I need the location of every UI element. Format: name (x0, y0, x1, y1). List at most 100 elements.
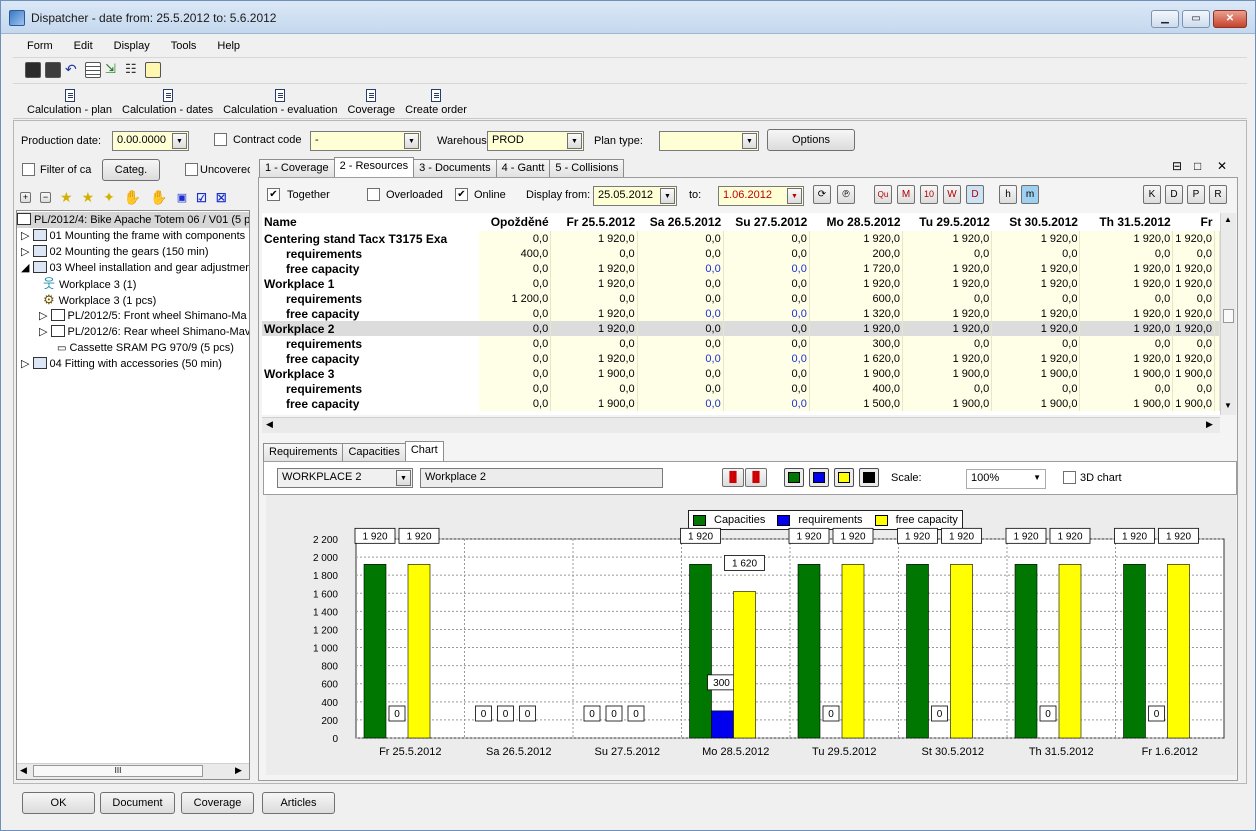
table-cell[interactable]: 1 920,0 (1079, 261, 1174, 276)
table-cell[interactable]: 0,0 (902, 381, 993, 396)
table-cell[interactable]: 0,0 (723, 336, 810, 351)
filter-z-icon[interactable]: ☒ (216, 191, 227, 205)
filter-checkbox[interactable] (22, 163, 35, 176)
table-cell[interactable]: 0,0 (478, 276, 552, 291)
table-cell[interactable]: 1 900,0 (902, 396, 993, 411)
table-cell[interactable]: 0,0 (1172, 381, 1215, 396)
grid-horizontal-scrollbar[interactable]: ◀ ▶ (262, 417, 1220, 433)
table-cell[interactable] (1214, 336, 1220, 351)
save-icon[interactable] (25, 61, 41, 78)
table-cell[interactable]: 1 920,0 (991, 276, 1081, 291)
tree-icon[interactable]: ☷ (125, 61, 141, 78)
create-order-button[interactable]: Create order (405, 89, 467, 118)
table-row[interactable]: Workplace 1 0,0 1 920,0 0,0 0,0 1 920,0 1 920,… (262, 276, 1220, 291)
grid-column-header[interactable]: Mo 28.5.2012 (809, 213, 903, 231)
table-cell[interactable]: 1 920,0 (902, 276, 993, 291)
table-cell[interactable]: 0,0 (723, 231, 810, 246)
table-cell[interactable]: 1 920,0 (1172, 321, 1215, 336)
grid-vertical-scrollbar[interactable]: ▲ ▼ (1220, 213, 1236, 415)
chevron-down-icon[interactable]: ▼ (396, 470, 411, 486)
tab-chart[interactable]: Chart (404, 441, 444, 461)
table-icon[interactable] (85, 61, 101, 78)
overloaded-checkbox[interactable] (367, 188, 380, 201)
coverage-button[interactable]: Coverage (181, 792, 254, 814)
tree-item[interactable]: ▭ Cassette SRAM PG 970/9 (5 pcs) (57, 340, 234, 356)
table-cell[interactable]: 0,0 (723, 261, 810, 276)
table-row[interactable]: requirements 0,0 0,0 0,0 0,0 300,0 0,0 0,0 0,0 0,… (262, 336, 1220, 351)
tab-gantt[interactable]: 4 - Gantt (495, 159, 551, 177)
d-button[interactable]: D (1165, 185, 1183, 204)
quarter-button[interactable]: Qu (874, 185, 892, 204)
scroll-thumb[interactable]: III (33, 765, 203, 777)
table-row[interactable]: requirements 0,0 0,0 0,0 0,0 400,0 0,0 0,0 0,0 0,… (262, 381, 1220, 396)
plan-type-combo[interactable]: ▼ (659, 131, 759, 151)
table-row[interactable]: Centering stand Tacx T3175 Exa 0,0 1 920,0… (262, 231, 1220, 246)
table-cell[interactable]: 0,0 (723, 321, 810, 336)
table-cell[interactable]: 0,0 (637, 336, 724, 351)
table-cell[interactable] (1214, 276, 1220, 291)
table-cell[interactable]: 1 920,0 (1079, 351, 1174, 366)
table-cell[interactable]: 0,0 (723, 381, 810, 396)
table-cell[interactable]: 0,0 (1172, 246, 1215, 261)
tab-requirements[interactable]: Requirements (263, 443, 344, 461)
table-cell[interactable]: 0,0 (637, 366, 724, 381)
grid-column-header[interactable]: Fr 25.5.2012 (550, 213, 638, 231)
table-cell[interactable] (1214, 306, 1220, 321)
chevron-down-icon[interactable]: ▼ (1033, 473, 1041, 482)
table-cell[interactable]: 0,0 (723, 351, 810, 366)
table-cell[interactable]: 1 920,0 (902, 231, 993, 246)
filter-v-icon[interactable]: ☑ (196, 191, 207, 205)
chevron-down-icon[interactable]: ▼ (660, 188, 675, 204)
arrow-right-icon[interactable]: ▶ (1206, 419, 1213, 430)
save-close-icon[interactable] (45, 61, 61, 78)
chevron-down-icon[interactable]: ▼ (787, 188, 802, 204)
table-cell[interactable] (1214, 396, 1220, 411)
table-cell[interactable]: 0,0 (478, 381, 552, 396)
table-cell[interactable]: 0,0 (637, 306, 724, 321)
table-cell[interactable]: 1 900,0 (1172, 366, 1215, 381)
square-icon[interactable]: ▣ (177, 191, 187, 204)
table-cell[interactable]: 0,0 (902, 246, 993, 261)
table-cell[interactable]: 1 920,0 (550, 306, 638, 321)
tree-item[interactable]: ▷ 02 Mounting the gears (150 min) (21, 244, 209, 260)
hand-filter-icon[interactable]: ✋ (150, 189, 167, 206)
p-button[interactable]: P (1187, 185, 1205, 204)
hours-button[interactable]: h (999, 185, 1017, 204)
month-button[interactable]: M (897, 185, 915, 204)
table-cell[interactable]: 1 920,0 (809, 231, 904, 246)
maximize-button[interactable]: ▭ (1182, 10, 1210, 28)
table-cell[interactable]: 1 920,0 (1079, 276, 1174, 291)
table-cell[interactable]: 0,0 (637, 261, 724, 276)
table-row[interactable]: free capacity 0,0 1 920,0 0,0 0,0 1 720,0 1 92… (262, 261, 1220, 276)
table-cell[interactable]: 0,0 (478, 306, 552, 321)
menu-help[interactable]: Help (203, 40, 247, 52)
grid-column-header[interactable]: Tu 29.5.2012 (902, 213, 992, 231)
table-cell[interactable]: 1 920,0 (991, 321, 1081, 336)
scale-combo[interactable]: 100% ▼ (966, 469, 1046, 489)
table-cell[interactable] (1214, 291, 1220, 306)
display-from-combo[interactable]: 25.05.2012 ▼ (593, 186, 677, 206)
table-cell[interactable]: 1 920,0 (1172, 351, 1215, 366)
table-cell[interactable]: 0,0 (902, 291, 993, 306)
table-cell[interactable]: 1 900,0 (550, 396, 638, 411)
table-cell[interactable]: 0,0 (550, 246, 638, 261)
arrow-left-icon[interactable]: ◀ (20, 765, 27, 776)
grid-column-header[interactable]: Sa 26.5.2012 (637, 213, 724, 231)
grid-column-header[interactable]: St 30.5.2012 (991, 213, 1080, 231)
table-cell[interactable]: 0,0 (478, 321, 552, 336)
hand-icon[interactable]: ✋ (124, 189, 141, 206)
table-cell[interactable]: 1 920,0 (1172, 261, 1215, 276)
table-row[interactable]: Workplace 2 0,0 1 920,0 0,0 0,0 1 920,0 1 920,… (262, 321, 1220, 336)
table-cell[interactable]: 1 900,0 (902, 366, 993, 381)
table-cell[interactable]: 0,0 (550, 381, 638, 396)
online-checkbox[interactable]: ✔ (455, 188, 468, 201)
arrow-right-icon[interactable]: ▶ (235, 765, 242, 776)
contract-code-checkbox[interactable] (214, 133, 227, 146)
table-cell[interactable]: 0,0 (478, 336, 552, 351)
table-cell[interactable]: 1 920,0 (991, 261, 1081, 276)
calculation-dates-button[interactable]: Calculation - dates (122, 89, 213, 118)
chevron-down-icon[interactable]: ▼ (404, 133, 419, 149)
grid-column-header[interactable]: Opožděné (478, 213, 551, 231)
document-button[interactable]: Document (100, 792, 175, 814)
table-cell[interactable] (1214, 321, 1220, 336)
